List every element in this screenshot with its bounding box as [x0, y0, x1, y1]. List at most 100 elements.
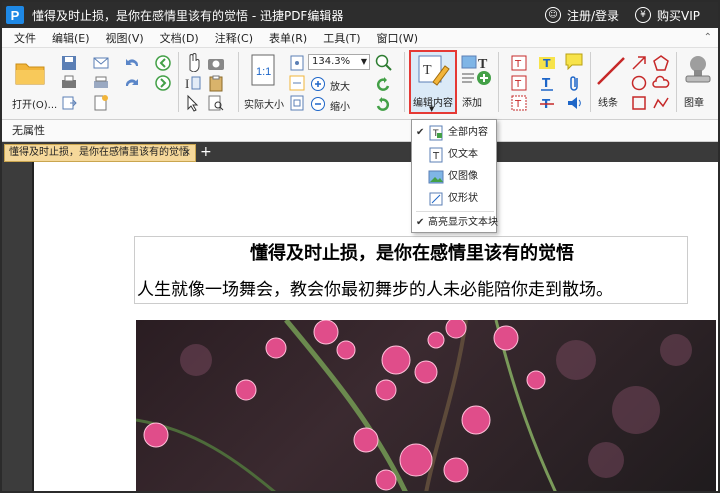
hand-tool-icon[interactable] [184, 52, 202, 72]
clipboard-icon[interactable] [206, 74, 226, 92]
zoom-search-icon[interactable] [374, 53, 394, 71]
callout-icon[interactable]: T [510, 74, 528, 92]
stamp-button[interactable]: 图章 [680, 52, 716, 116]
export-icon[interactable] [60, 94, 78, 112]
new-doc-icon[interactable] [92, 94, 110, 112]
document-viewport[interactable]: 懂得及时止损，是你在感情里该有的觉悟 人生就像一场舞会，教会你最初舞步的人未必能… [2, 162, 718, 491]
dropdown-item-highlight-blocks[interactable]: ✔ 高亮显示文本块 [412, 212, 498, 234]
buy-vip-link[interactable]: 购买VIP [657, 7, 700, 24]
zoom-level-field[interactable]: 134.3% ▼ [308, 54, 370, 70]
collapse-ribbon-icon[interactable]: ⌃ [704, 32, 712, 43]
email-icon[interactable] [92, 54, 110, 72]
text-only-icon: T [429, 147, 443, 163]
find-icon[interactable] [206, 94, 226, 112]
highlight-text-icon[interactable]: T [538, 54, 556, 72]
svg-text:T: T [432, 151, 440, 162]
back-icon[interactable] [154, 54, 172, 72]
print-icon[interactable] [60, 74, 78, 92]
title-bar: P 懂得及时止损，是你在感情里该有的觉悟 - 迅捷PDF编辑器 ☺ 注册/登录 … [2, 2, 718, 28]
rotate-ccw-icon[interactable] [374, 76, 392, 94]
select-object-icon[interactable] [184, 94, 202, 112]
edit-content-button[interactable]: T 编辑内容 ▼ [409, 50, 457, 114]
dropdown-item-text-only[interactable]: T 仅文本 [412, 144, 496, 166]
note-icon[interactable] [564, 52, 584, 70]
menu-edit[interactable]: 编辑(E) [52, 30, 90, 46]
actual-size-icon: 1:1 [251, 54, 275, 86]
zoom-in-button[interactable]: 放大 [310, 76, 360, 93]
undo-icon[interactable] [122, 54, 142, 72]
forward-icon[interactable] [154, 74, 172, 92]
menu-document[interactable]: 文档(D) [160, 30, 199, 46]
strikeout-text-icon[interactable]: T [538, 94, 556, 112]
save-icon[interactable] [60, 54, 78, 72]
line-tool-button[interactable]: 线条 [594, 52, 628, 116]
menu-bar: 文件 编辑(E) 视图(V) 文档(D) 注释(C) 表单(R) 工具(T) 窗… [2, 28, 718, 48]
polygon-icon[interactable] [652, 54, 670, 72]
add-button[interactable]: T 添加 [458, 52, 492, 116]
cloud-icon[interactable] [652, 74, 670, 92]
svg-text:T: T [514, 79, 522, 90]
edit-content-dropdown: ✔ T 全部内容 T 仅文本 仅图像 仅形状 ✔ 高亮显示文本块 [411, 119, 498, 234]
typewriter-icon[interactable]: T [510, 94, 528, 112]
yen-icon: ¥ [635, 7, 651, 23]
user-icon: ☺ [544, 7, 561, 23]
zoom-dropdown-icon[interactable]: ▼ [361, 55, 367, 69]
polyline-icon[interactable] [652, 94, 670, 112]
separator [676, 52, 677, 112]
arrow-icon[interactable] [630, 54, 648, 72]
svg-text:T: T [543, 57, 551, 70]
plum-blossom-picture [136, 320, 692, 491]
actual-size-button[interactable]: 1:1 实际大小 [242, 52, 286, 116]
scan-icon[interactable] [92, 74, 110, 92]
underline-text-icon[interactable]: T [538, 74, 556, 92]
close-tab-icon[interactable]: × [183, 145, 191, 161]
edit-content-dropdown-icon[interactable]: ▼ [429, 105, 434, 113]
check-icon: ✔ [416, 127, 425, 138]
redo-icon[interactable] [122, 74, 142, 92]
attachment-icon[interactable] [566, 74, 584, 92]
app-window: P 懂得及时止损，是你在感情里该有的觉悟 - 迅捷PDF编辑器 ☺ 注册/登录 … [0, 0, 720, 493]
open-button[interactable]: 打开(O)... [10, 52, 57, 116]
svg-text:1:1: 1:1 [256, 66, 271, 78]
stamp-icon [685, 56, 711, 83]
document-tab[interactable]: 懂得及时止损，是你在感情里该有的觉悟 × [4, 144, 196, 162]
rotate-cw-icon[interactable] [374, 96, 392, 114]
menu-file[interactable]: 文件 [14, 30, 36, 46]
zoom-in-icon [311, 77, 325, 91]
dropdown-item-shape-only[interactable]: 仅形状 [412, 188, 496, 210]
text-block[interactable]: 懂得及时止损，是你在感情里该有的觉悟 人生就像一场舞会，教会你最初舞步的人未必能… [134, 236, 688, 304]
snapshot-icon[interactable] [206, 54, 226, 72]
document-tab-title: 懂得及时止损，是你在感情里该有的觉悟 [9, 147, 189, 158]
textbox-icon[interactable]: T [510, 54, 528, 72]
document-tab-bar: 懂得及时止损，是你在感情里该有的觉悟 × + [2, 142, 718, 162]
menu-form[interactable]: 表单(R) [269, 30, 307, 46]
menu-tools[interactable]: 工具(T) [323, 30, 360, 46]
menu-comment[interactable]: 注释(C) [215, 30, 253, 46]
select-text-icon[interactable]: I [184, 74, 202, 92]
fit-width-icon[interactable] [288, 74, 306, 92]
properties-bar: 无属性 [2, 120, 718, 142]
menu-view[interactable]: 视图(V) [106, 30, 144, 46]
svg-text:T: T [514, 99, 522, 110]
rectangle-icon[interactable] [630, 94, 648, 112]
check-icon: ✔ [416, 217, 425, 228]
fit-visible-icon[interactable] [288, 94, 306, 112]
edit-content-icon: T [418, 55, 450, 86]
fit-page-icon[interactable] [288, 54, 306, 72]
ellipse-icon[interactable] [630, 74, 648, 92]
dropdown-item-image-only[interactable]: 仅图像 [412, 166, 496, 188]
zoom-out-button[interactable]: 缩小 [310, 96, 360, 113]
window-title: 懂得及时止损，是你在感情里该有的觉悟 - 迅捷PDF编辑器 [32, 8, 344, 23]
menu-window[interactable]: 窗口(W) [377, 30, 418, 46]
login-link[interactable]: 注册/登录 [567, 7, 619, 24]
pdf-page[interactable]: 懂得及时止损，是你在感情里该有的觉悟 人生就像一场舞会，教会你最初舞步的人未必能… [32, 162, 718, 491]
document-heading[interactable]: 懂得及时止损，是你在感情里该有的觉悟 [135, 239, 689, 265]
plum-blossom-image[interactable] [136, 320, 716, 491]
sound-icon[interactable] [566, 94, 584, 112]
new-tab-icon[interactable]: + [200, 144, 212, 160]
separator [590, 52, 591, 112]
app-logo-icon: P [6, 6, 24, 24]
dropdown-item-all-content[interactable]: ✔ T 全部内容 [412, 122, 496, 144]
ribbon-toolbar: 打开(O)... I 1:1 实际大小 134.3% ▼ 放大 缩小 T 编辑内… [2, 48, 718, 120]
document-paragraph[interactable]: 人生就像一场舞会，教会你最初舞步的人未必能陪你走到散场。 [137, 275, 689, 300]
